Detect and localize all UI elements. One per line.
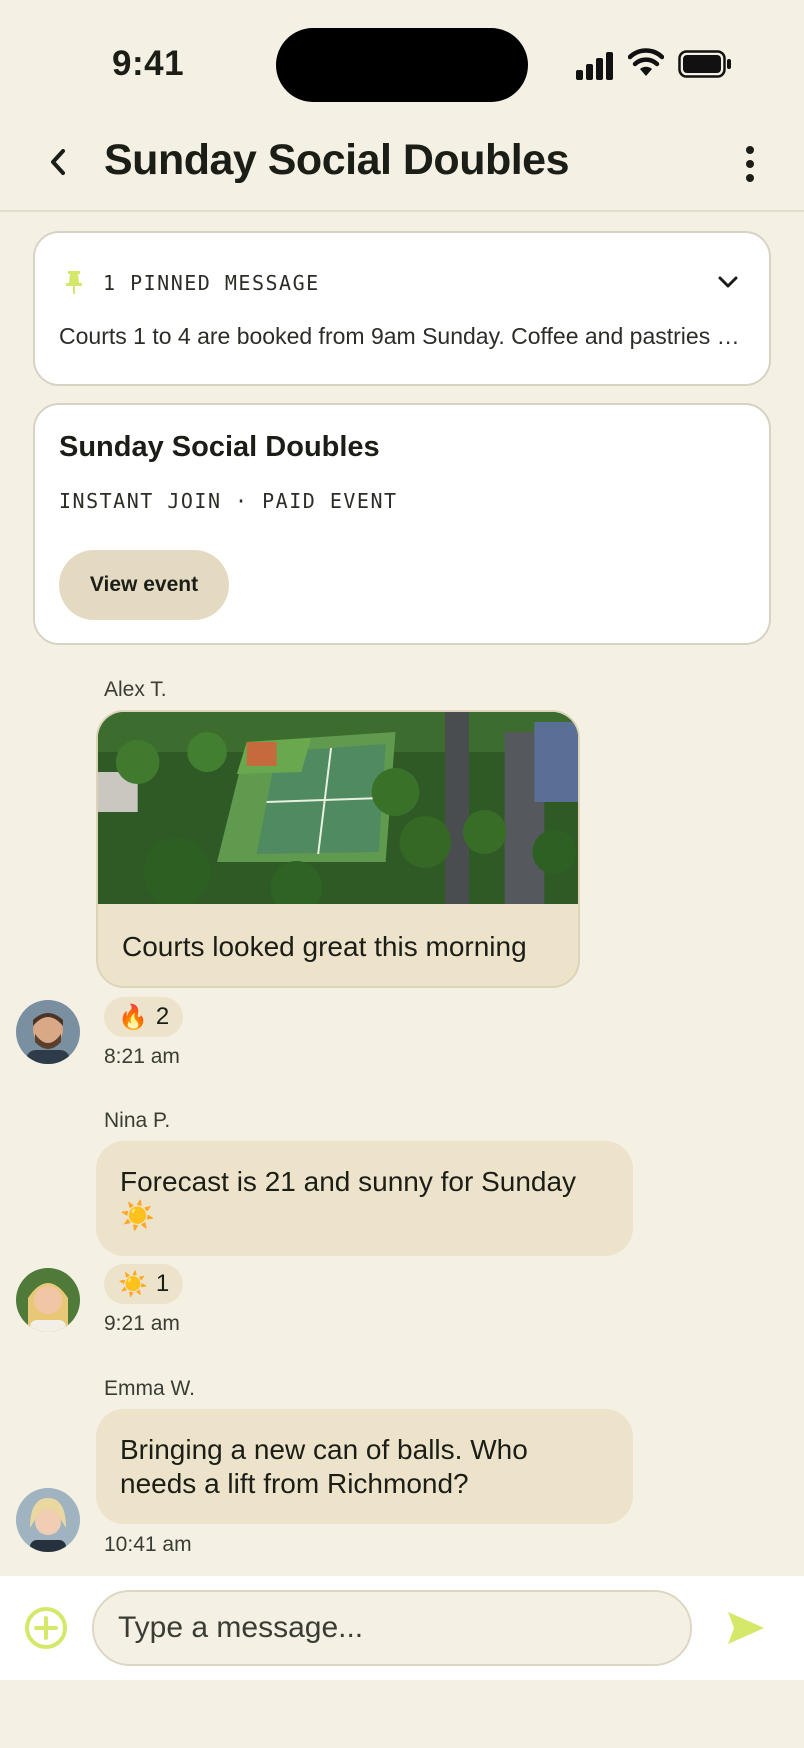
- view-event-button[interactable]: View event: [59, 550, 229, 620]
- avatar-alex-image: [16, 1000, 80, 1064]
- chevron-left-icon: [51, 149, 65, 175]
- message-sender: Nina P.: [104, 1109, 171, 1132]
- reaction-chip[interactable]: 🔥 2: [104, 997, 184, 1037]
- message-text: Bringing a new can of balls. Who needs a…: [120, 1434, 528, 1499]
- pinned-count-label: 1 PINNED MESSAGE: [103, 271, 320, 295]
- page-title: Sunday Social Doubles: [104, 136, 570, 184]
- image-message-bubble[interactable]: Courts looked great this morning: [96, 710, 580, 988]
- avatar-nina-image: [16, 1268, 80, 1332]
- chevron-down-icon[interactable]: [715, 269, 741, 295]
- status-bar: 9:41: [0, 0, 804, 120]
- tennis-courts-photo[interactable]: [98, 712, 578, 904]
- reaction-emoji: ☀️: [118, 1270, 148, 1298]
- more-dot-icon: [746, 160, 754, 168]
- message-bubble[interactable]: Bringing a new can of balls. Who needs a…: [96, 1409, 633, 1524]
- message-timestamp: 9:21 am: [104, 1312, 180, 1335]
- wifi-icon: [628, 48, 664, 76]
- avatar[interactable]: [16, 1268, 80, 1332]
- reaction-emoji: 🔥: [118, 1003, 148, 1031]
- dynamic-island: [276, 28, 528, 102]
- add-attachment-icon[interactable]: [24, 1606, 68, 1650]
- more-options-button[interactable]: [734, 142, 766, 186]
- reaction-count: 2: [155, 1003, 170, 1030]
- message-composer: [0, 1576, 804, 1680]
- message-timestamp: 8:21 am: [104, 1045, 180, 1068]
- chat-header: Sunday Social Doubles: [0, 120, 804, 212]
- event-meta: INSTANT JOIN · PAID EVENT: [59, 489, 398, 513]
- reaction-count: 1: [155, 1270, 170, 1297]
- avatar-emma-image: [16, 1488, 80, 1552]
- back-button[interactable]: [38, 140, 78, 184]
- message-text: Forecast is 21 and sunny for Sunday ☀️: [120, 1166, 577, 1231]
- message-timestamp: 10:41 am: [104, 1533, 192, 1556]
- pinned-message-card[interactable]: 1 PINNED MESSAGE Courts 1 to 4 are booke…: [33, 231, 771, 386]
- cellular-signal-icon: [576, 50, 616, 80]
- status-time: 9:41: [112, 44, 185, 83]
- pinned-message-text: Courts 1 to 4 are booked from 9am Sunday…: [59, 323, 749, 349]
- more-dot-icon: [746, 174, 754, 182]
- more-dot-icon: [746, 146, 754, 154]
- message-sender: Alex T.: [104, 678, 167, 701]
- avatar[interactable]: [16, 1488, 80, 1552]
- reaction-chip[interactable]: ☀️ 1: [104, 1264, 184, 1304]
- avatar[interactable]: [16, 1000, 80, 1064]
- message-sender: Emma W.: [104, 1377, 196, 1400]
- message-bubble[interactable]: Forecast is 21 and sunny for Sunday ☀️: [96, 1141, 633, 1256]
- event-title: Sunday Social Doubles: [59, 431, 380, 463]
- message-input[interactable]: [92, 1590, 692, 1666]
- pin-icon: [66, 271, 82, 294]
- message-text: Courts looked great this morning: [122, 931, 527, 962]
- event-card: Sunday Social Doubles INSTANT JOIN · PAI…: [33, 403, 771, 645]
- send-icon[interactable]: [724, 1606, 768, 1650]
- battery-icon: [678, 50, 731, 78]
